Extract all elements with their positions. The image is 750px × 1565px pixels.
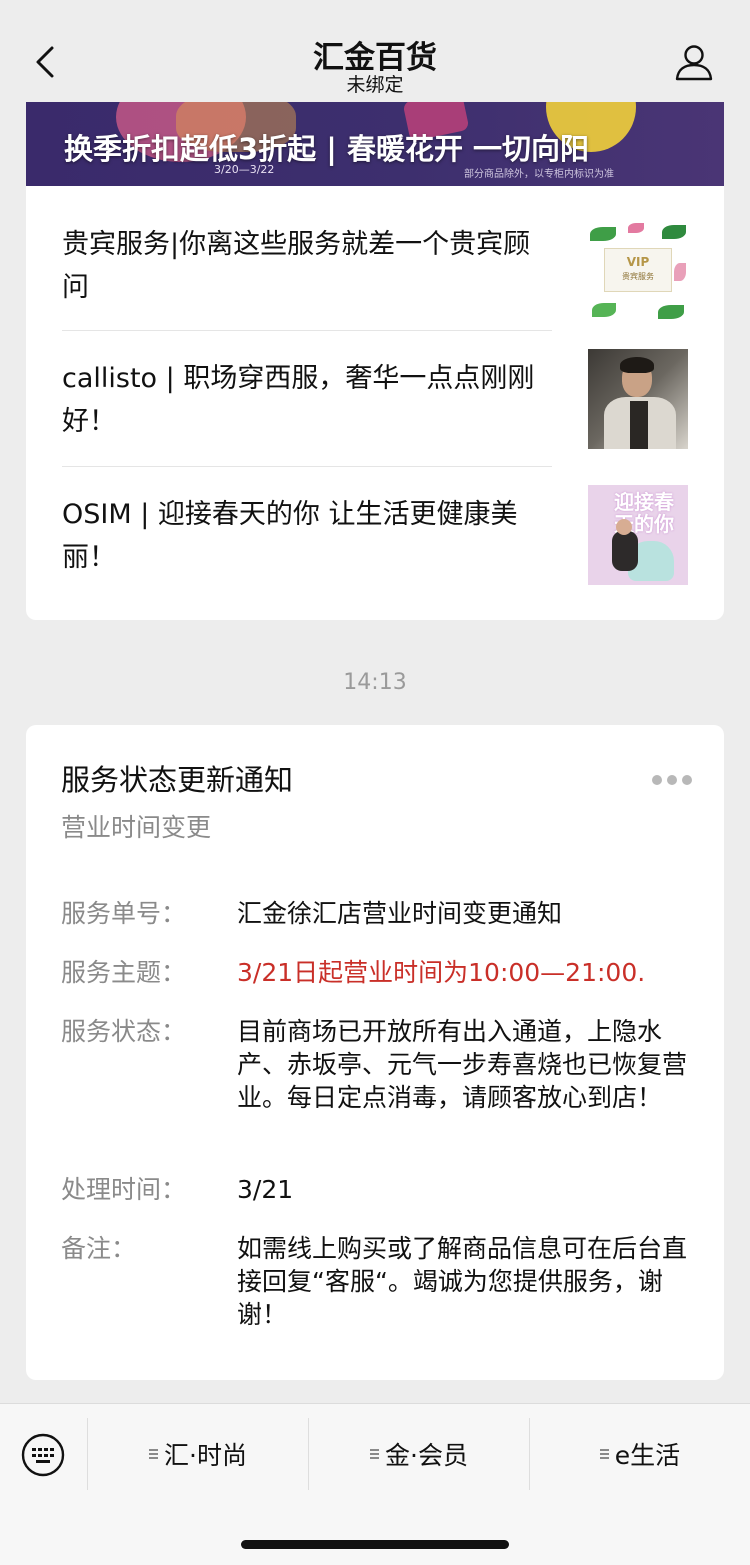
article-title: OSIM | 迎接春天的你 让生活更健康美丽！ (62, 499, 518, 573)
field-label: 服务状态： (61, 1017, 187, 1046)
message-timestamp: 14:13 (343, 670, 407, 695)
article-title: callisto | 职场穿西服，奢华一点点刚刚好！ (62, 363, 535, 437)
user-profile-icon[interactable] (674, 42, 714, 82)
field-value: 3/21 (237, 1175, 294, 1204)
article-item-vip[interactable]: 贵宾服务|你离这些服务就差一个贵宾顾问 VIP 贵宾服务 (62, 218, 688, 323)
field-label: 备注： (61, 1234, 137, 1263)
banner-title: 换季折扣超低3折起 | 春暖花开 一切向阳 (64, 132, 590, 166)
binding-status: 未绑定 (346, 74, 404, 96)
article-card: 换季折扣超低3折起 | 春暖花开 一切向阳 3/20—3/22 部分商品除外，以… (26, 102, 724, 620)
field-label: 处理时间： (61, 1175, 187, 1204)
menu-item-member[interactable]: 金·会员 (309, 1418, 529, 1490)
article-title: 贵宾服务|你离这些服务就差一个贵宾顾问 (62, 229, 531, 303)
article-thumbnail (588, 349, 688, 449)
field-label: 服务单号： (61, 899, 187, 928)
field-value: 如需线上购买或了解商品信息可在后台直接回复“客服“。竭诚为您提供服务，谢谢！ (237, 1234, 688, 1329)
menu-lines-icon (149, 1449, 159, 1459)
banner-date: 3/20—3/22 (214, 163, 275, 176)
article-item-callisto[interactable]: callisto | 职场穿西服，奢华一点点刚刚好！ (62, 349, 688, 449)
notice-subtitle: 营业时间变更 (61, 813, 212, 842)
field-value: 3/21日起营业时间为10:00—21:00. (237, 958, 646, 987)
article-thumbnail: 迎接春天的你 (588, 485, 688, 585)
menu-lines-icon (370, 1449, 380, 1459)
divider (62, 330, 552, 331)
menu-item-label: 汇·时尚 (164, 1441, 247, 1470)
field-label: 服务主题： (61, 958, 187, 987)
article-item-osim[interactable]: OSIM | 迎接春天的你 让生活更健康美丽！ 迎接春天的你 (62, 485, 688, 585)
more-options-icon[interactable] (652, 775, 692, 787)
nav-bar: 汇金百货 未绑定 (0, 0, 750, 102)
divider (62, 466, 552, 467)
notice-title: 服务状态更新通知 (61, 763, 294, 797)
menu-item-label: e生活 (614, 1441, 681, 1470)
home-indicator[interactable] (241, 1540, 509, 1549)
menu-item-label: 金·会员 (385, 1441, 468, 1470)
article-thumbnail: VIP 贵宾服务 (588, 223, 688, 323)
notice-card[interactable]: 服务状态更新通知 营业时间变更 服务单号： 汇金徐汇店营业时间变更通知 服务主题… (26, 725, 724, 1380)
menu-lines-icon (599, 1449, 609, 1459)
field-value: 目前商场已开放所有出入通道，上隐水产、赤坂亭、元气一步寿喜烧也已恢复营业。每日定… (237, 1017, 688, 1112)
menu-item-fashion[interactable]: 汇·时尚 (88, 1418, 308, 1490)
keyboard-toggle-icon[interactable] (20, 1432, 66, 1478)
banner-article[interactable]: 换季折扣超低3折起 | 春暖花开 一切向阳 3/20—3/22 部分商品除外，以… (26, 102, 724, 186)
field-value: 汇金徐汇店营业时间变更通知 (237, 899, 563, 928)
banner-note: 部分商品除外，以专柜内标识为准 (464, 169, 614, 180)
menu-item-elife[interactable]: e生活 (530, 1418, 750, 1490)
